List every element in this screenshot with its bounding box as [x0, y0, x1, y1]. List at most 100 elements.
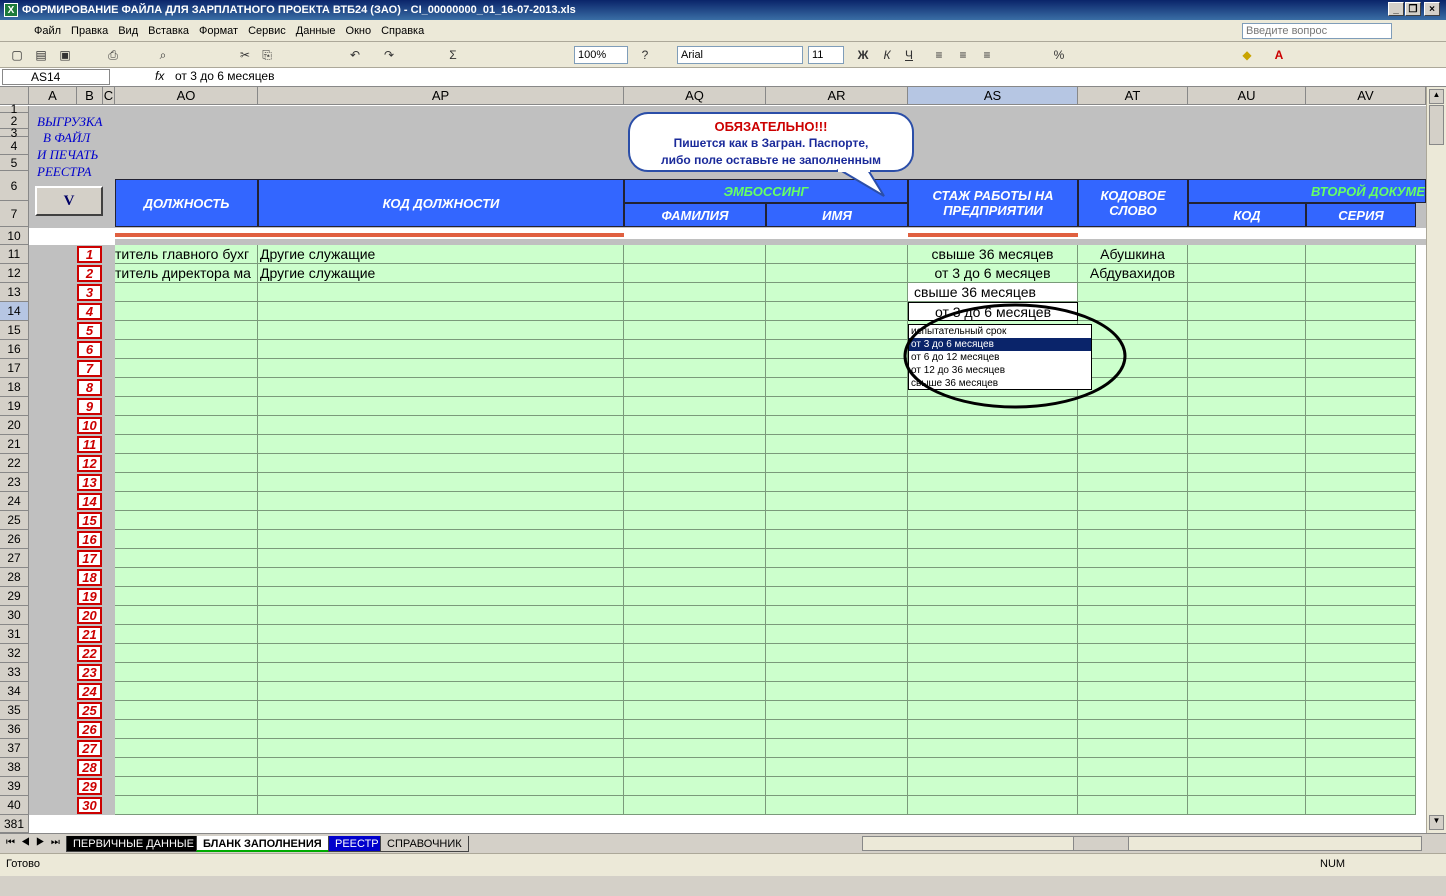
cell[interactable]: [1188, 340, 1306, 359]
cell-tenure[interactable]: от 3 до 6 месяцев: [908, 264, 1078, 283]
align-center-icon[interactable]: ≡: [954, 47, 972, 63]
underline-icon[interactable]: Ч: [900, 47, 918, 63]
cell[interactable]: [624, 739, 766, 758]
cell[interactable]: [1078, 777, 1188, 796]
cell[interactable]: [1188, 359, 1306, 378]
cell[interactable]: [1306, 549, 1416, 568]
cell[interactable]: [115, 568, 258, 587]
print-icon[interactable]: ⎙: [104, 47, 122, 63]
cell[interactable]: [258, 397, 624, 416]
cell[interactable]: [624, 568, 766, 587]
horizontal-scroll-thumb[interactable]: [1073, 837, 1129, 850]
row-header[interactable]: 26: [0, 530, 29, 549]
align-left-icon[interactable]: ≡: [930, 47, 948, 63]
cell[interactable]: [624, 492, 766, 511]
row-header[interactable]: 36: [0, 720, 29, 739]
row-header[interactable]: 13: [0, 283, 29, 302]
cell[interactable]: [1188, 682, 1306, 701]
cell[interactable]: [1078, 587, 1188, 606]
cell[interactable]: [766, 283, 908, 302]
tab-navigation-arrows-icon[interactable]: ⏮◀▶⏭: [6, 837, 66, 848]
menu-item-view[interactable]: Вид: [118, 25, 138, 37]
zoom-select[interactable]: 100%: [574, 46, 628, 64]
column-header-c[interactable]: C: [103, 87, 115, 105]
cell-codeword[interactable]: Абдувахидов: [1078, 264, 1188, 283]
cell[interactable]: [766, 720, 908, 739]
cell[interactable]: [1078, 530, 1188, 549]
cell[interactable]: [1306, 416, 1416, 435]
cell[interactable]: [908, 777, 1078, 796]
cell[interactable]: [624, 340, 766, 359]
cell[interactable]: [908, 701, 1078, 720]
sheet-tab-reference[interactable]: СПРАВОЧНИК: [380, 836, 469, 852]
menu-item-file[interactable]: Файл: [34, 25, 61, 37]
cell[interactable]: [115, 397, 258, 416]
cell[interactable]: [908, 435, 1078, 454]
menu-item-insert[interactable]: Вставка: [148, 25, 189, 37]
cell[interactable]: [766, 264, 908, 283]
horizontal-scrollbar[interactable]: [862, 836, 1422, 851]
cell-codeword[interactable]: Абушкина: [1078, 245, 1188, 264]
cell[interactable]: [766, 663, 908, 682]
cell-position-code[interactable]: [258, 283, 624, 302]
cell[interactable]: [258, 625, 624, 644]
cell[interactable]: [1188, 625, 1306, 644]
cell[interactable]: [1078, 606, 1188, 625]
cell[interactable]: [624, 454, 766, 473]
cell[interactable]: [258, 511, 624, 530]
row-header[interactable]: 34: [0, 682, 29, 701]
cell[interactable]: [766, 739, 908, 758]
cell[interactable]: [258, 568, 624, 587]
cell[interactable]: [1306, 587, 1416, 606]
cell[interactable]: [1078, 796, 1188, 815]
scroll-thumb[interactable]: [1429, 105, 1444, 145]
cell[interactable]: [1078, 682, 1188, 701]
row-header[interactable]: 1: [0, 103, 29, 115]
cell[interactable]: [258, 720, 624, 739]
row-header[interactable]: 16: [0, 340, 29, 359]
cell[interactable]: [908, 492, 1078, 511]
row-header[interactable]: 7: [0, 201, 29, 227]
cell[interactable]: [1078, 511, 1188, 530]
cell[interactable]: [624, 264, 766, 283]
cell[interactable]: [1188, 568, 1306, 587]
row-header[interactable]: 28: [0, 568, 29, 587]
row-header[interactable]: 11: [0, 245, 29, 264]
cell[interactable]: [766, 682, 908, 701]
cell[interactable]: [115, 340, 258, 359]
new-icon[interactable]: ▢: [8, 47, 26, 63]
scroll-up-arrow-icon[interactable]: ▲: [1429, 89, 1444, 104]
cell[interactable]: [1188, 530, 1306, 549]
row-header[interactable]: 21: [0, 435, 29, 454]
cell[interactable]: [1188, 492, 1306, 511]
cell[interactable]: [1078, 663, 1188, 682]
cell[interactable]: [1306, 378, 1416, 397]
cell[interactable]: [624, 549, 766, 568]
row-header[interactable]: 29: [0, 587, 29, 606]
cell[interactable]: [258, 587, 624, 606]
row-header[interactable]: 38: [0, 758, 29, 777]
cell[interactable]: [624, 758, 766, 777]
cell[interactable]: [1078, 454, 1188, 473]
cell[interactable]: [624, 397, 766, 416]
row-header[interactable]: 27: [0, 549, 29, 568]
cell[interactable]: [1306, 606, 1416, 625]
minimize-button[interactable]: _: [1388, 2, 1404, 16]
cell[interactable]: [115, 378, 258, 397]
row-header[interactable]: 30: [0, 606, 29, 625]
column-header-as[interactable]: AS: [908, 87, 1078, 105]
cell[interactable]: [766, 644, 908, 663]
cell-position-code[interactable]: Другие служащие: [258, 245, 624, 264]
cell[interactable]: [1306, 720, 1416, 739]
cell[interactable]: [1306, 340, 1416, 359]
cell[interactable]: [624, 644, 766, 663]
cell[interactable]: [624, 473, 766, 492]
redo-icon[interactable]: ↷: [380, 47, 398, 63]
cell[interactable]: [1078, 568, 1188, 587]
cell[interactable]: [766, 321, 908, 340]
cell[interactable]: [766, 777, 908, 796]
cell[interactable]: [624, 701, 766, 720]
cell[interactable]: [258, 321, 624, 340]
font-select[interactable]: Arial: [677, 46, 803, 64]
column-header-av[interactable]: AV: [1306, 87, 1426, 105]
